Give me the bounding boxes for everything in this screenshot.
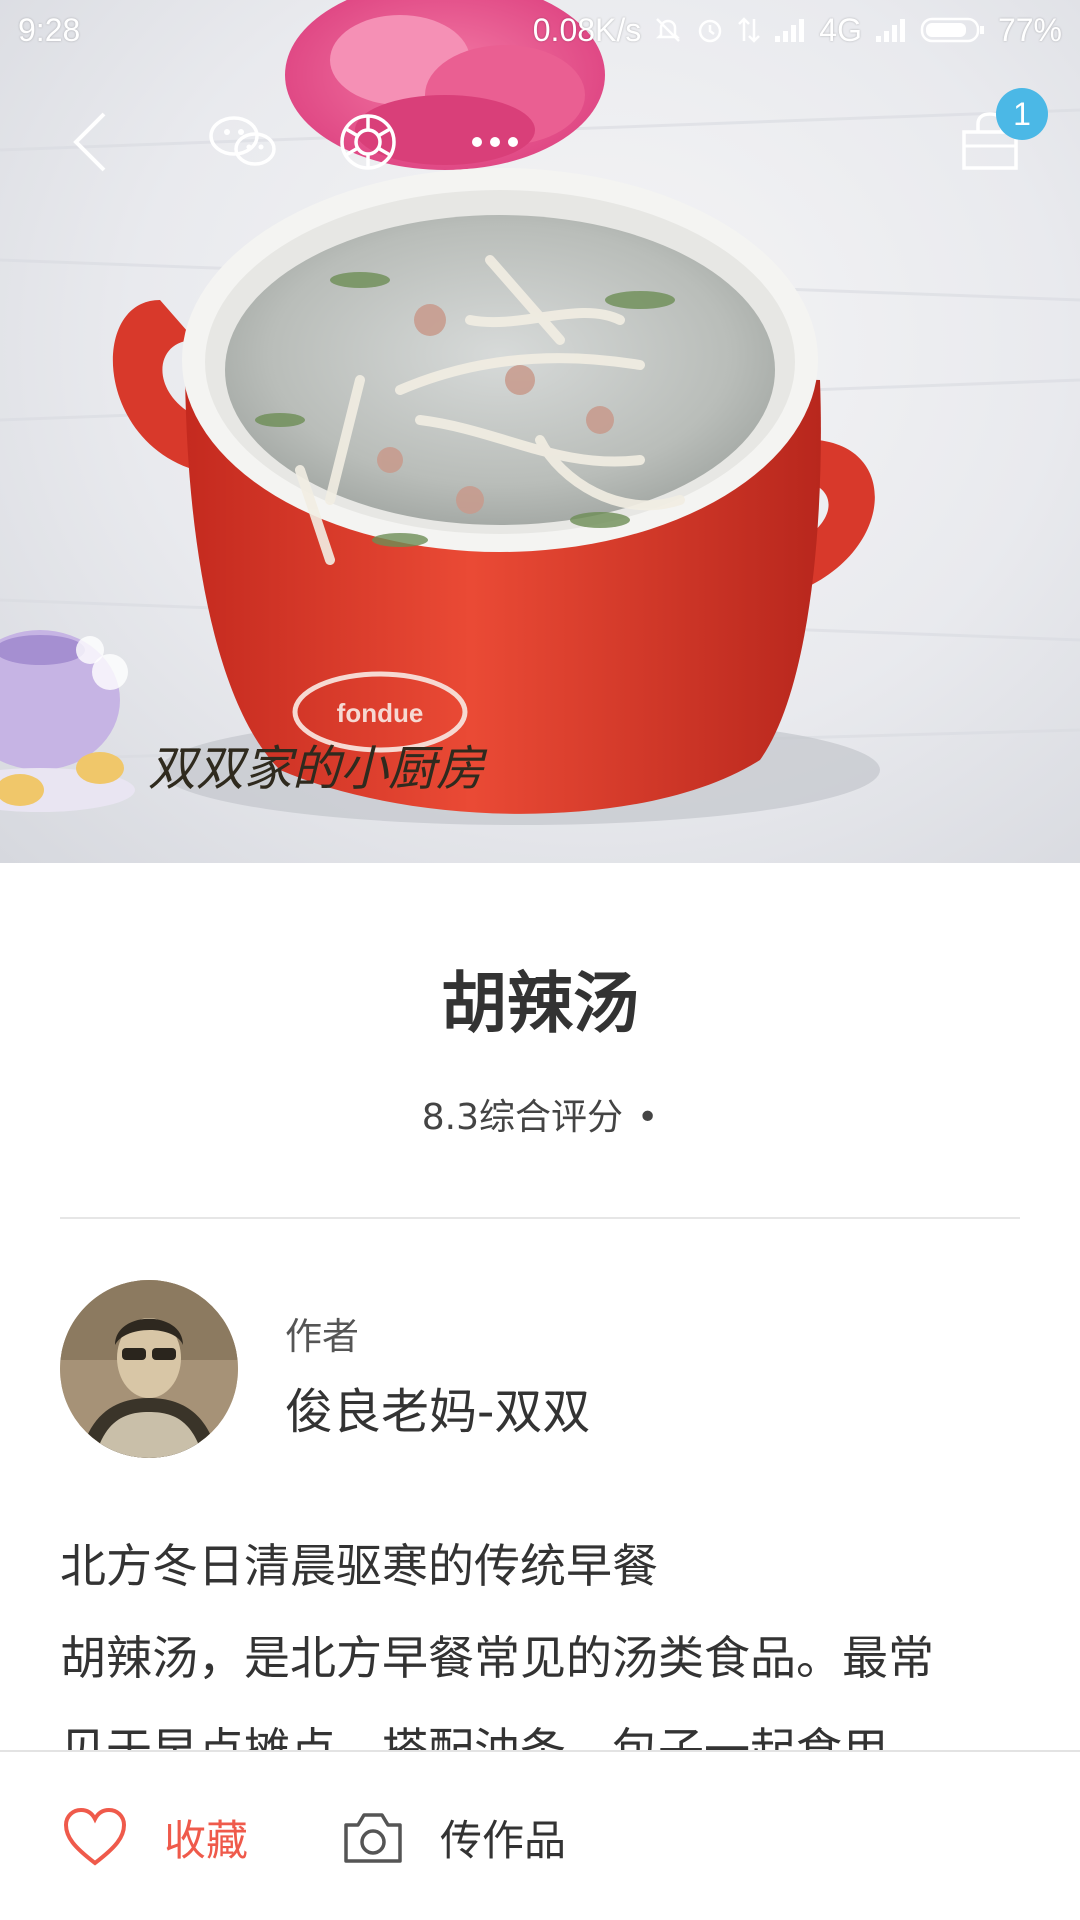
alarm-icon (695, 15, 725, 45)
status-time: 9:28 (18, 11, 81, 48)
description-line: 见于早点摊点，搭配油条、包子一起食用。 (60, 1723, 934, 1752)
data-transfer-icon (737, 15, 761, 45)
recipe-title: 胡辣汤 (441, 965, 639, 1042)
status-indicators: 0.08K/s 4G 77% (533, 12, 1062, 49)
avatar-photo (60, 1280, 238, 1458)
description-line: 胡辣汤，是北方早餐常见的汤类食品。最常 (60, 1631, 934, 1685)
description-line: 北方冬日清晨驱寒的传统早餐 (60, 1539, 658, 1593)
battery-percent: 77% (997, 11, 1062, 48)
back-button[interactable] (50, 92, 130, 192)
teapot-sticker (0, 630, 135, 812)
network-speed: 0.08K/s (532, 11, 642, 48)
heart-icon (63, 1807, 127, 1866)
author-avatar[interactable] (60, 1280, 238, 1458)
bottom-action-bar: 收藏 传作品 (0, 1750, 1080, 1920)
author-label: 作者 (285, 1315, 359, 1358)
favorite-label: 收藏 (164, 1815, 249, 1865)
camera-icon (344, 1813, 402, 1863)
recipe-description: 北方冬日清晨驱寒的传统早餐 胡辣汤，是北方早餐常见的汤类食品。最常 见于早点摊点… (60, 1520, 1020, 1752)
photo-watermark: 双双家的小厨房 (148, 741, 488, 797)
status-bar: 9:28 0.08K/s 4G 77% (0, 0, 1080, 60)
upload-work-button[interactable]: 传作品 (342, 1792, 566, 1882)
network-type: 4G (819, 11, 862, 48)
signal-icon (773, 16, 807, 44)
signal-icon (874, 16, 908, 44)
section-divider (60, 1217, 1020, 1219)
author-name[interactable]: 俊良老妈-双双 (285, 1372, 590, 1442)
more-button[interactable] (455, 92, 535, 192)
share-wechat-button[interactable] (203, 92, 283, 192)
moments-icon (340, 114, 396, 170)
favorite-button[interactable]: 收藏 (62, 1792, 248, 1882)
rating-text: 8.3综合评分 (421, 1097, 624, 1138)
wechat-icon (209, 116, 276, 166)
more-icon (472, 137, 518, 147)
cart-button[interactable]: 1 (950, 88, 1048, 192)
cart-count-badge: 1 (996, 88, 1048, 140)
rating-dot: • (637, 1097, 659, 1138)
top-action-bar: 1 (0, 88, 1080, 192)
mute-icon (653, 15, 683, 45)
bowl-label: fondue (337, 698, 424, 728)
recipe-rating: 8.3综合评分 • (0, 1088, 1080, 1140)
battery-icon (920, 15, 986, 45)
share-moments-button[interactable] (328, 92, 408, 192)
back-icon (73, 112, 106, 172)
upload-label: 传作品 (440, 1815, 567, 1865)
